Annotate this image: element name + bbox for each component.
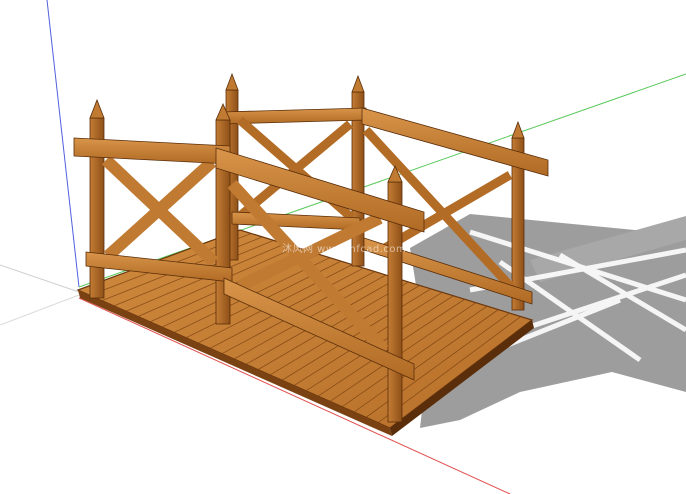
faint-axis-2 bbox=[0, 294, 80, 326]
3d-viewport[interactable]: 沐风网 www.mfcad.com bbox=[0, 0, 686, 494]
faint-axis bbox=[0, 264, 80, 293]
watermark-text: 沐风网 www.mfcad.com bbox=[282, 244, 407, 255]
